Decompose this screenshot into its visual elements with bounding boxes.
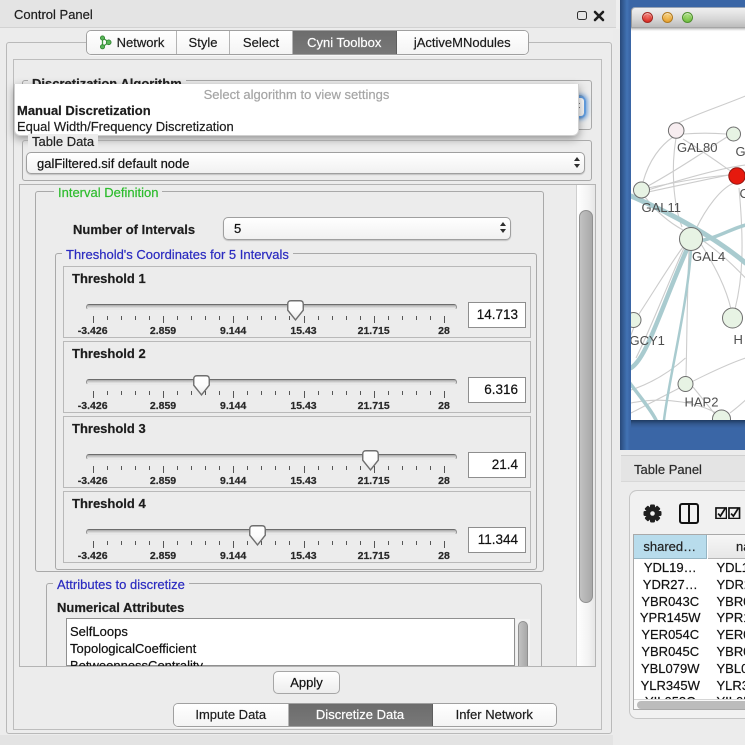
svg-text:HAP2: HAP2 xyxy=(684,395,718,410)
svg-text:GA: GA xyxy=(735,144,745,159)
svg-text:GAL4: GAL4 xyxy=(692,249,725,264)
svg-text:GCY1: GCY1 xyxy=(631,333,665,348)
svg-text:H: H xyxy=(733,332,742,347)
svg-text:GAL80: GAL80 xyxy=(677,140,717,155)
svg-text:GAL11: GAL11 xyxy=(641,200,681,215)
svg-text:C: C xyxy=(739,186,745,201)
